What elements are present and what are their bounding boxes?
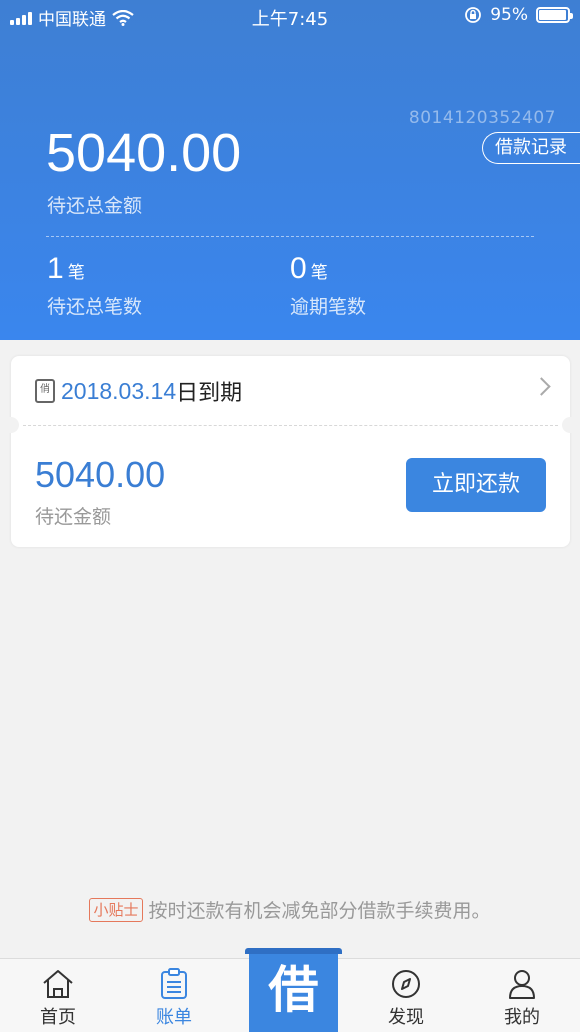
card-divider	[23, 425, 558, 426]
pending-count-label: 待还总笔数	[47, 296, 143, 318]
tab-bills-label: 账单	[156, 1007, 192, 1028]
loan-record-button[interactable]: 借款记录	[482, 132, 580, 164]
total-amount-label: 待还总金额	[47, 195, 143, 217]
due-date-row[interactable]: 俏 2018.03.14 日到期	[11, 356, 570, 426]
compass-icon	[392, 970, 420, 998]
card-notch-right	[562, 417, 578, 433]
overdue-count-stat: 0笔 逾期笔数	[290, 252, 366, 319]
bill-icon	[161, 968, 187, 999]
borrow-tab-button[interactable]: 借	[245, 948, 342, 1032]
tip-badge: 小贴士	[89, 898, 143, 922]
tip-row: 小贴士 按时还款有机会减免部分借款手续费用。	[0, 896, 580, 923]
battery-icon	[536, 7, 573, 23]
pending-amount: 5040.00	[35, 454, 166, 495]
status-bar: 中国联通 上午7:45 95%	[0, 0, 580, 32]
tab-discover-label: 发现	[388, 1007, 424, 1028]
orientation-lock-icon	[465, 7, 482, 23]
pending-count: 1	[47, 252, 64, 285]
tip-text: 按时还款有机会减免部分借款手续费用。	[148, 900, 491, 922]
tab-mine[interactable]: 我的	[482, 967, 562, 1029]
due-date: 2018.03.14	[61, 377, 177, 404]
pending-count-stat: 1笔 待还总笔数	[47, 252, 142, 319]
repay-now-button[interactable]: 立即还款	[406, 458, 546, 512]
card-notch-left	[3, 417, 19, 433]
tab-home-label: 首页	[40, 1007, 76, 1028]
tab-home[interactable]: 首页	[18, 967, 98, 1029]
tab-bills[interactable]: 账单	[134, 967, 214, 1029]
user-icon	[509, 970, 535, 999]
calendar-icon: 俏	[35, 379, 55, 403]
bill-card: 俏 2018.03.14 日到期 5040.00 待还金额 立即还款	[3, 356, 578, 547]
tab-discover[interactable]: 发现	[366, 967, 446, 1029]
total-amount: 5040.00	[46, 123, 242, 183]
overdue-unit: 笔	[310, 263, 328, 283]
home-icon	[43, 970, 73, 998]
battery-percent: 95%	[490, 5, 528, 25]
overdue-count: 0	[290, 252, 307, 285]
pending-amount-label: 待还金额	[35, 506, 112, 528]
chevron-right-icon	[532, 377, 551, 396]
due-suffix: 日到期	[176, 381, 243, 406]
header-divider	[46, 236, 534, 237]
pending-unit: 笔	[67, 263, 85, 283]
overdue-count-label: 逾期笔数	[290, 296, 367, 318]
tab-mine-label: 我的	[504, 1007, 540, 1028]
header-panel: 中国联通 上午7:45 95% 8014120352407 借款记录 5040.…	[0, 0, 580, 340]
account-number: 8014120352407	[408, 108, 556, 128]
